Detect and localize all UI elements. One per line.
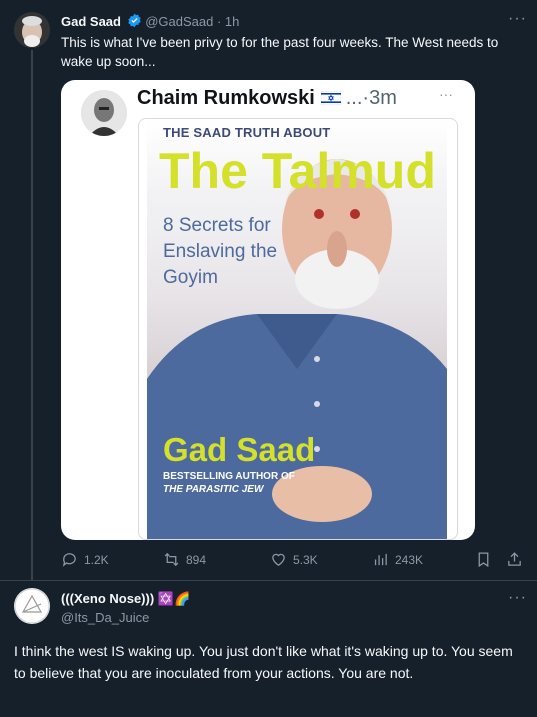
book-cover-image[interactable]: THE SAAD TRUTH ABOUT The Talmud 8 Secret…: [138, 118, 458, 540]
reply-badges: ✡️🌈: [157, 591, 191, 606]
quoted-author-avatar[interactable]: [81, 90, 127, 136]
retweet-button[interactable]: 894: [163, 551, 206, 568]
like-button[interactable]: 5.3K: [270, 551, 318, 568]
book-subtitle: 8 Secrets for Enslaving the Goyim: [163, 215, 278, 288]
quoted-tweet-card[interactable]: Chaim Rumkowski ...·3m ··· THE SAAD TRUT…: [61, 80, 475, 540]
quoted-more-icon[interactable]: ···: [439, 86, 453, 102]
author-handle[interactable]: @GadSaad: [145, 14, 213, 29]
quoted-author-name[interactable]: Chaim Rumkowski: [137, 87, 315, 109]
reply-count: 1.2K: [84, 552, 109, 567]
book-top-line: THE SAAD TRUTH ABOUT: [163, 125, 331, 140]
views-button[interactable]: 243K: [372, 551, 423, 568]
retweet-icon: [164, 552, 179, 567]
like-count: 5.3K: [293, 552, 318, 567]
book-tagline-2: THE PARASITIC JEW: [163, 484, 264, 495]
tweet-header: Gad Saad @GadSaad · 1h: [61, 13, 239, 29]
reply-handle[interactable]: @Its_Da_Juice: [61, 610, 149, 625]
tweet-text: This is what I've been privy to for the …: [61, 35, 499, 69]
share-icon[interactable]: [506, 551, 523, 573]
reply-author-name[interactable]: (((Xeno Nose))): [61, 591, 154, 606]
quoted-ellipsis: ...: [345, 87, 363, 109]
verified-badge-icon: [127, 13, 142, 28]
flag-icon: [321, 90, 342, 106]
reply-text: I think the west IS waking up. You just …: [14, 643, 513, 681]
reply-header: (((Xeno Nose))) ✡️🌈: [61, 591, 190, 607]
divider: [0, 580, 537, 581]
heart-icon: [272, 553, 285, 566]
book-author: Gad Saad: [163, 431, 316, 468]
quoted-header: Chaim Rumkowski ...·3m: [137, 87, 397, 110]
views-icon: [374, 553, 387, 566]
quoted-time[interactable]: ·3m: [362, 87, 396, 109]
bookmark-icon[interactable]: [475, 551, 492, 573]
tweet-time[interactable]: · 1h: [217, 14, 239, 29]
book-tagline-1: BESTSELLING AUTHOR OF: [163, 471, 295, 482]
reply-more-options-icon[interactable]: ···: [508, 589, 527, 607]
retweet-count: 894: [186, 552, 207, 567]
book-title: The Talmud: [159, 143, 436, 199]
views-count: 243K: [395, 552, 424, 567]
cover-background: THE SAAD TRUTH ABOUT The Talmud 8 Secret…: [147, 119, 447, 539]
author-name[interactable]: Gad Saad: [61, 14, 121, 29]
more-options-icon[interactable]: ···: [508, 10, 527, 28]
reply-icon: [62, 553, 76, 567]
thread-line: [31, 50, 33, 580]
reply-author-avatar[interactable]: [14, 588, 50, 624]
author-avatar[interactable]: [14, 12, 50, 48]
reply-button[interactable]: 1.2K: [61, 551, 109, 568]
